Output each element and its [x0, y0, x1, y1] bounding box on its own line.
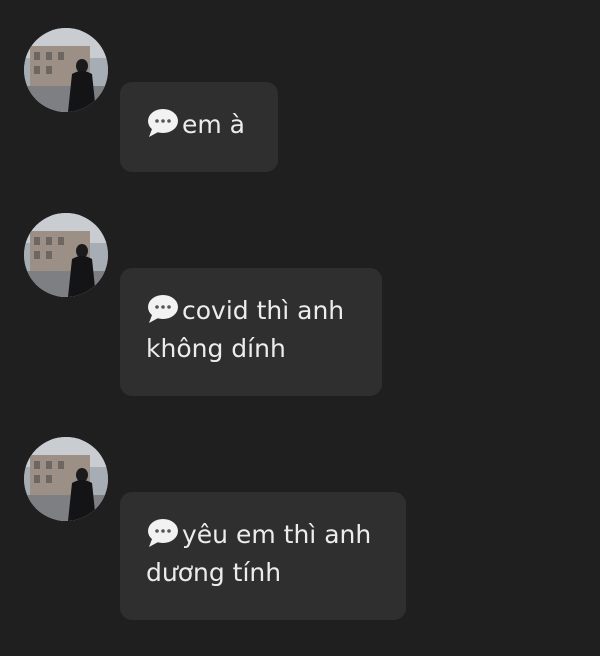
- message-bubble[interactable]: covid thì anh không dính: [120, 268, 382, 396]
- avatar[interactable]: [24, 28, 108, 112]
- avatar-photo: [24, 437, 108, 521]
- avatar-photo: [24, 28, 108, 112]
- message-bubble[interactable]: em à: [120, 82, 278, 172]
- message-text: em à: [182, 110, 246, 139]
- avatar[interactable]: [24, 213, 108, 297]
- avatar-photo: [24, 213, 108, 297]
- speech-bubble-icon: [146, 293, 180, 325]
- message-bubble[interactable]: yêu em thì anh dương tính: [120, 492, 406, 620]
- avatar[interactable]: [24, 437, 108, 521]
- speech-bubble-icon: [146, 517, 180, 549]
- speech-bubble-icon: [146, 107, 180, 139]
- chat-thread: em à covid thì anh không dính yêu em thì…: [0, 0, 600, 656]
